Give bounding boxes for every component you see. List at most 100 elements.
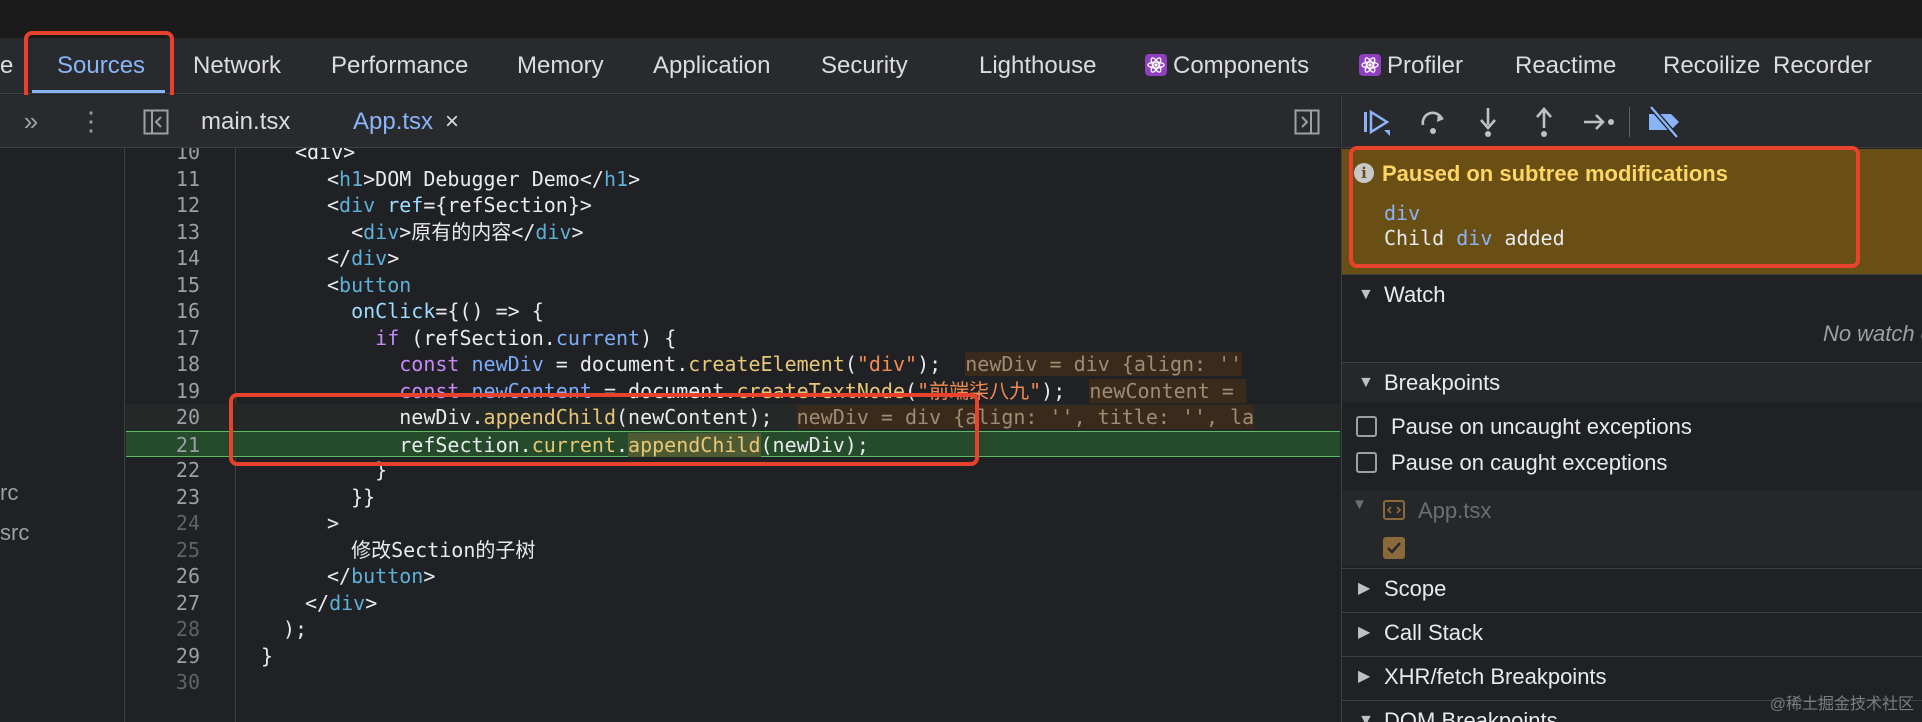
code-line[interactable]: 16 onClick={() => {	[126, 298, 1340, 325]
tab-sources[interactable]: Sources	[57, 38, 145, 94]
tab-elements-partial[interactable]: e	[0, 38, 14, 94]
code-line[interactable]: 21 refSection.current.appendChild(newDiv…	[126, 430, 1340, 459]
file-tab-main[interactable]: main.tsx	[201, 95, 290, 148]
line-number[interactable]: 17	[126, 325, 200, 352]
code-token: <	[327, 219, 364, 244]
watch-section-header[interactable]: ▼ Watch	[1342, 274, 1922, 314]
tab-network[interactable]: Network	[193, 38, 281, 94]
breakpoint-entry-row[interactable]	[1342, 530, 1922, 566]
line-source: const newContent = document.createTextNo…	[327, 378, 1246, 405]
line-number[interactable]: 16	[126, 298, 200, 325]
step-into-icon[interactable]	[1469, 103, 1507, 141]
line-source: <div>	[295, 148, 355, 166]
code-line[interactable]: 22 }	[126, 457, 1340, 484]
code-line[interactable]: 30	[126, 669, 1340, 696]
watermark: @稀土掘金技术社区	[1769, 696, 1914, 713]
code-line[interactable]: 24 >	[126, 510, 1340, 537]
line-source: </div>	[327, 245, 399, 272]
toggle-navigator-icon[interactable]	[143, 109, 169, 135]
code-token: </	[327, 246, 352, 270]
close-icon[interactable]: ×	[445, 108, 459, 135]
toggle-debugger-icon[interactable]	[1294, 109, 1320, 135]
pause-caught-checkbox[interactable]	[1356, 452, 1377, 473]
step-out-icon[interactable]	[1525, 103, 1563, 141]
code-token: ={refSection}>	[423, 193, 592, 217]
tab-recorder[interactable]: Recorder	[1773, 38, 1872, 94]
line-number[interactable]: 18	[126, 351, 200, 378]
code-line[interactable]: 29}	[126, 643, 1340, 670]
pause-caught-row[interactable]: Pause on caught exceptions	[1356, 450, 1667, 476]
code-line[interactable]: 20 newDiv.appendChild(newContent); newDi…	[126, 404, 1340, 431]
resume-icon[interactable]	[1357, 103, 1395, 141]
code-token: }	[327, 458, 388, 482]
tab-recoilize[interactable]: Recoilize	[1663, 38, 1760, 94]
more-tabs-icon[interactable]: »	[14, 95, 48, 148]
paused-node[interactable]: div	[1384, 201, 1420, 225]
navigator-item[interactable]: src	[0, 520, 29, 546]
tab-label: Network	[193, 52, 282, 79]
line-number[interactable]: 22	[126, 457, 200, 484]
line-number[interactable]: 24	[126, 510, 200, 537]
tab-performance[interactable]: Performance	[331, 38, 468, 94]
line-number[interactable]: 12	[126, 192, 200, 219]
tab-application[interactable]: Application	[653, 38, 770, 94]
line-number[interactable]: 21	[126, 432, 200, 459]
tab-reactime[interactable]: Reactime	[1515, 38, 1616, 94]
code-line[interactable]: 28);	[126, 616, 1340, 643]
line-number[interactable]: 27	[126, 590, 200, 617]
line-number[interactable]: 10	[126, 148, 200, 166]
code-line[interactable]: 23 }}	[126, 484, 1340, 511]
step-icon[interactable]	[1580, 103, 1618, 141]
code-token: >原有的内容</	[399, 219, 536, 244]
code-line[interactable]: 18 const newDiv = document.createElement…	[126, 351, 1340, 378]
pause-uncaught-checkbox[interactable]	[1356, 416, 1377, 437]
code-line[interactable]: 10 <div>	[126, 148, 1340, 166]
code-line[interactable]: 11 <h1>DOM Debugger Demo</h1>	[126, 166, 1340, 193]
breakpoint-checkbox-icon[interactable]	[1382, 536, 1406, 560]
line-number[interactable]: 19	[126, 378, 200, 405]
code-line[interactable]: 19 const newContent = document.createTex…	[126, 378, 1340, 405]
kebab-menu-icon[interactable]: ⋮	[76, 95, 106, 148]
tab-components[interactable]: Components	[1145, 38, 1309, 94]
line-source: const newDiv = document.createElement("d…	[327, 351, 1243, 378]
tab-security[interactable]: Security	[821, 38, 908, 94]
line-number[interactable]: 26	[126, 563, 200, 590]
code-line[interactable]: 25 修改Section的子树	[126, 537, 1340, 564]
tab-lighthouse[interactable]: Lighthouse	[979, 38, 1096, 94]
line-number[interactable]: 28	[126, 616, 200, 643]
tab-label: Profiler	[1387, 52, 1464, 79]
code-token: >	[387, 246, 400, 270]
line-number[interactable]: 30	[126, 669, 200, 696]
breakpoints-section-header[interactable]: ▼ Breakpoints	[1342, 362, 1922, 402]
step-over-icon[interactable]	[1414, 103, 1452, 141]
code-line[interactable]: 13 <div>原有的内容</div>	[126, 219, 1340, 246]
section-label: Breakpoints	[1384, 370, 1501, 395]
line-number[interactable]: 14	[126, 245, 200, 272]
navigator-item[interactable]: rc	[0, 480, 18, 506]
call-stack-section-header[interactable]: ▶ Call Stack	[1342, 612, 1922, 652]
code-line[interactable]: 17 if (refSection.current) {	[126, 325, 1340, 352]
pause-uncaught-row[interactable]: Pause on uncaught exceptions	[1356, 414, 1692, 440]
code-line[interactable]: 12 <div ref={refSection}>	[126, 192, 1340, 219]
code-editor[interactable]: 10 <div> 11 <h1>DOM Debugger Demo</h1> 12 <di…	[126, 148, 1340, 722]
deactivate-breakpoints-icon[interactable]	[1645, 103, 1683, 141]
scope-section-header[interactable]: ▶ Scope	[1342, 568, 1922, 608]
tab-label: Lighthouse	[979, 52, 1097, 79]
tab-memory[interactable]: Memory	[517, 38, 604, 94]
line-number[interactable]: 29	[126, 643, 200, 670]
line-number[interactable]: 25	[126, 537, 200, 564]
code-line[interactable]: 15 <button	[126, 272, 1340, 299]
section-label: XHR/fetch Breakpoints	[1384, 664, 1607, 689]
code-line[interactable]: 14 </div>	[126, 245, 1340, 272]
tab-profiler[interactable]: Profiler	[1359, 38, 1463, 94]
line-number[interactable]: 11	[126, 166, 200, 193]
code-line[interactable]: 27 </div>	[126, 590, 1340, 617]
line-number[interactable]: 13	[126, 219, 200, 246]
line-number[interactable]: 23	[126, 484, 200, 511]
file-tab-app[interactable]: App.tsx ×	[353, 95, 459, 148]
line-number[interactable]: 15	[126, 272, 200, 299]
code-line[interactable]: 26 </button>	[126, 563, 1340, 590]
breakpoint-file-row[interactable]: ▼ App.tsx	[1342, 490, 1922, 530]
tab-label: Reactime	[1515, 52, 1617, 79]
line-number[interactable]: 20	[126, 404, 200, 431]
